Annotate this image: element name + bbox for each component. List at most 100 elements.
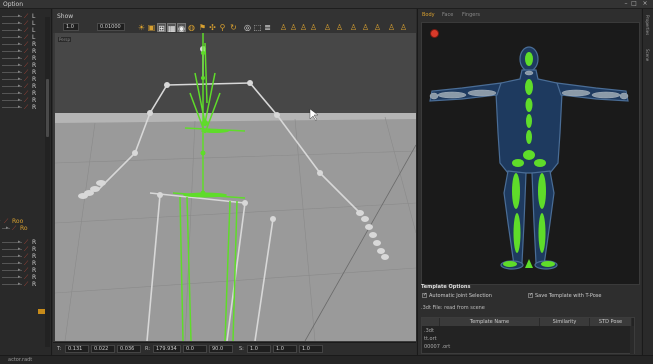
outliner-item[interactable]: ▸ ⟋ L xyxy=(0,34,52,41)
figure-icon-6[interactable]: ♙ xyxy=(335,23,344,32)
cube-icon[interactable]: ▣ xyxy=(147,23,156,32)
sphere-icon[interactable]: ◉ xyxy=(177,23,186,33)
table-row[interactable]: tt.ort xyxy=(424,336,437,342)
sun-icon[interactable]: ☀ xyxy=(137,23,146,32)
expand-icon[interactable]: ▸ xyxy=(18,14,23,19)
outliner-item[interactable]: ▸ ⟋ R xyxy=(0,83,52,90)
outliner-item[interactable]: ▸ ⟋ R xyxy=(0,267,52,274)
expand-icon[interactable]: ▸ xyxy=(18,282,23,287)
outliner-item[interactable]: ▸ ⟋ R xyxy=(0,104,52,111)
save-tpose-checkbox[interactable]: ✓ Save Template with T-Pose xyxy=(528,293,601,299)
viewport-camera-label[interactable]: Persp xyxy=(58,37,71,42)
outliner-item[interactable]: ▸ ⟋ R xyxy=(0,239,52,246)
expand-icon[interactable]: ▸ xyxy=(18,105,23,110)
outliner-item[interactable]: ▸ ⟋ R xyxy=(0,69,52,76)
outliner-item[interactable]: ▸ ⟋ R xyxy=(0,253,52,260)
translate-y-field[interactable]: 0.022 xyxy=(91,345,115,353)
template-table[interactable]: Template Name Similarity STD Pose .3dt t… xyxy=(421,317,635,354)
outliner-item[interactable]: ▸ ⟋ R xyxy=(0,48,52,55)
table-row[interactable]: 00007 .ort xyxy=(424,344,450,350)
expand-icon[interactable]: ▸ xyxy=(18,35,23,40)
auto-joint-checkbox[interactable]: ✓ Automatic Joint Selection xyxy=(422,293,492,299)
rotate-icon[interactable]: ↻ xyxy=(229,23,238,32)
table-header[interactable]: STD Pose xyxy=(590,318,632,326)
expand-icon[interactable]: ▸ xyxy=(18,63,23,68)
figure-icon-8[interactable]: ♙ xyxy=(361,23,370,32)
scale-x-field[interactable]: 1.0 xyxy=(247,345,271,353)
flag-icon[interactable]: ⚑ xyxy=(198,23,207,32)
outliner-item[interactable]: ▸ ⟋ R xyxy=(0,90,52,97)
table-header[interactable] xyxy=(422,318,440,326)
outliner-item[interactable]: ▸⟋Roo xyxy=(0,218,52,225)
outliner-item[interactable]: ▸ ⟋ R xyxy=(0,260,52,267)
outliner-item[interactable]: ▸ ⟋ R xyxy=(0,274,52,281)
expand-icon[interactable]: ▸ xyxy=(6,226,11,231)
table-header[interactable]: Template Name xyxy=(440,318,540,326)
outliner-item[interactable]: ▸ ⟋ R xyxy=(0,62,52,69)
close-icon[interactable]: × xyxy=(642,1,648,7)
figure-icon-3[interactable]: ♙ xyxy=(299,23,308,32)
expand-icon[interactable]: ▸ xyxy=(18,268,23,273)
template-file-row[interactable]: .3dt File: read from scene xyxy=(421,305,485,311)
figure-icon-2[interactable]: ♙ xyxy=(289,23,298,32)
maximize-icon[interactable]: □ xyxy=(631,1,637,7)
figure-icon-9[interactable]: ♙ xyxy=(373,23,382,32)
outliner-item[interactable]: ▸ ⟋ R xyxy=(0,76,52,83)
table-row[interactable]: .3dt xyxy=(424,328,434,334)
eye-icon[interactable]: ◎ xyxy=(243,23,252,32)
palette-icon[interactable]: ◍ xyxy=(187,23,196,32)
expand-icon[interactable]: ▸ xyxy=(18,77,23,82)
expand-icon[interactable]: ▸ xyxy=(18,56,23,61)
outliner-item[interactable]: ▸ ⟋ R xyxy=(0,97,52,104)
pin-icon[interactable]: ⚲ xyxy=(218,23,227,32)
select-icon[interactable]: ⬚ xyxy=(253,23,262,32)
scale-field[interactable]: 1.0 xyxy=(63,23,79,31)
scale-y-field[interactable]: 1.0 xyxy=(273,345,297,353)
3d-viewport[interactable]: Persp xyxy=(55,33,416,341)
expand-icon[interactable]: ▸ xyxy=(18,84,23,89)
table-scrollbar[interactable] xyxy=(630,326,634,354)
expand-icon[interactable]: ▸ xyxy=(18,49,23,54)
expand-icon[interactable]: ▸ xyxy=(18,261,23,266)
figure-icon-7[interactable]: ♙ xyxy=(349,23,358,32)
outliner-item[interactable]: ▸ ⟋ R xyxy=(0,246,52,253)
outliner-item[interactable]: ▸ ⟋ L xyxy=(0,20,52,27)
expand-icon[interactable]: ▸ xyxy=(18,70,23,75)
figure-icon-10[interactable]: ♙ xyxy=(387,23,396,32)
tab-fingers[interactable]: Fingers xyxy=(460,11,482,20)
minimize-icon[interactable]: – xyxy=(623,1,629,7)
expand-icon[interactable]: ▸ xyxy=(18,98,23,103)
outliner-item[interactable]: ▸ ⟋ Ro xyxy=(0,225,52,232)
figure-icon-11[interactable]: ♙ xyxy=(399,23,408,32)
frame-field[interactable]: 0.01000 xyxy=(97,23,125,31)
outliner-item[interactable]: ▸ ⟋ L xyxy=(0,13,52,20)
expand-icon[interactable]: ▸ xyxy=(18,42,23,47)
figure-icon-5[interactable]: ♙ xyxy=(323,23,332,32)
rotate-y-field[interactable]: 0.0 xyxy=(183,345,207,353)
expand-icon[interactable]: ▸ xyxy=(18,254,23,259)
side-tab-scene[interactable]: Scene xyxy=(645,49,650,61)
outliner-item[interactable]: ▸ ⟋ R xyxy=(0,281,52,288)
figure-icon-1[interactable]: ♙ xyxy=(279,23,288,32)
scale-z-field[interactable]: 1.0 xyxy=(299,345,323,353)
body-map[interactable] xyxy=(421,22,640,285)
tab-body[interactable]: Body xyxy=(420,11,437,20)
list-icon[interactable]: ≣ xyxy=(263,23,272,32)
side-tab-properties[interactable]: Properties xyxy=(645,15,650,35)
expand-icon[interactable]: ▸ xyxy=(18,28,23,33)
expand-icon[interactable]: ▸ xyxy=(0,219,3,224)
outliner-item[interactable]: ▸ ⟋ L xyxy=(0,27,52,34)
layout-icon[interactable]: ▦ xyxy=(167,23,176,33)
figure-icon-4[interactable]: ♙ xyxy=(309,23,318,32)
expand-icon[interactable]: ▸ xyxy=(18,275,23,280)
table-header[interactable]: Similarity xyxy=(540,318,590,326)
outliner-item[interactable]: ▸ ⟋ R xyxy=(0,55,52,62)
translate-z-field[interactable]: 0.036 xyxy=(117,345,141,353)
expand-icon[interactable]: ▸ xyxy=(18,240,23,245)
expand-icon[interactable]: ▸ xyxy=(18,21,23,26)
outliner-item[interactable]: ▸ ⟋ R xyxy=(0,41,52,48)
translate-x-field[interactable]: 0.131 xyxy=(65,345,89,353)
expand-icon[interactable]: ▸ xyxy=(18,247,23,252)
rotate-x-field[interactable]: 179.934 xyxy=(153,345,181,353)
move-icon[interactable]: ✣ xyxy=(208,23,217,32)
